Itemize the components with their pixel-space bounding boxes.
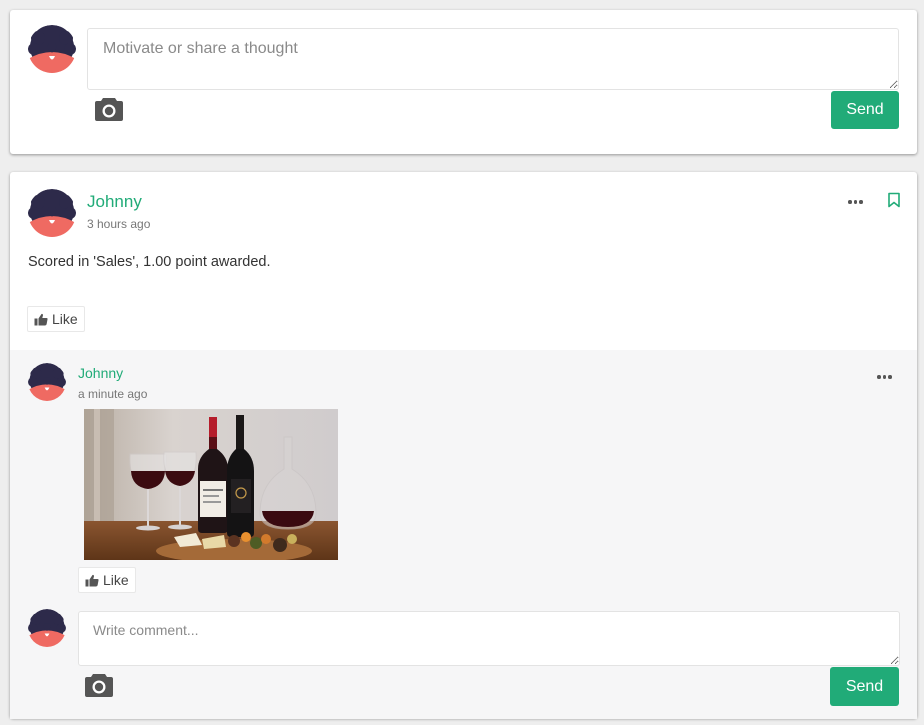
like-label: Like [103,572,129,588]
avatar [28,189,76,237]
thumbs-up-icon [34,313,48,325]
comment-author-name[interactable]: Johnny [78,365,123,381]
post-input[interactable] [87,28,899,90]
avatar [28,363,66,401]
post-timestamp: 3 hours ago [87,217,151,231]
send-button[interactable]: Send [831,91,899,129]
send-comment-button[interactable]: Send [830,667,899,706]
avatar [28,609,66,647]
like-label: Like [52,311,78,327]
comment-section: Johnny a minute ago Like Write comment..… [10,350,917,719]
bookmark-icon[interactable] [887,192,901,208]
comment-image[interactable] [84,409,338,560]
post-text: Scored in 'Sales', 1.00 point awarded. [28,254,271,270]
comment-input[interactable] [78,611,900,666]
camera-icon[interactable] [94,95,124,123]
camera-icon[interactable] [84,671,114,699]
like-button[interactable]: Like [27,306,85,332]
like-button[interactable]: Like [78,567,136,593]
more-options-icon[interactable] [877,375,892,379]
post-author-name[interactable]: Johnny [87,192,142,212]
comment-timestamp: a minute ago [78,387,148,401]
more-options-icon[interactable] [848,200,863,204]
avatar [28,25,76,73]
thumbs-up-icon [85,574,99,586]
post-composer-card: Send [10,10,917,154]
post-card: Johnny 3 hours ago Scored in 'Sales', 1.… [10,172,917,719]
